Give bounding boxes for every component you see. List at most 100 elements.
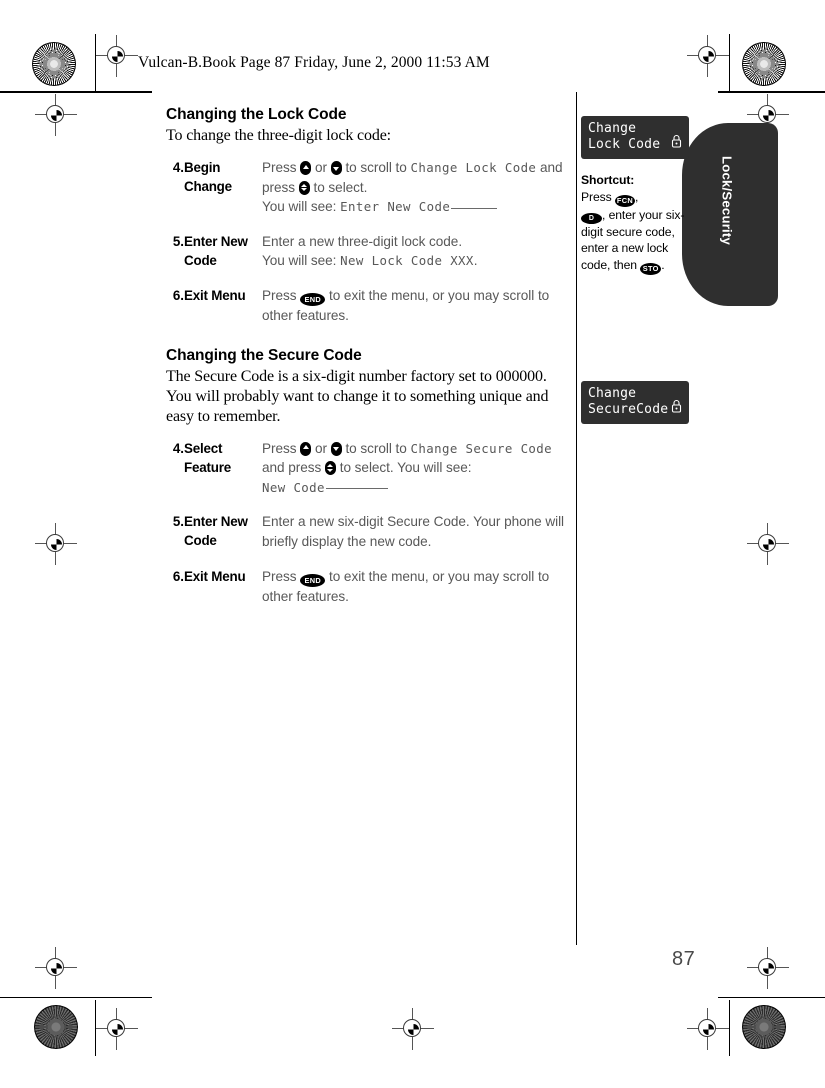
calibration-burst-bottom-left <box>34 1005 78 1049</box>
section-intro-secure-code: The Secure Code is a six-digit number fa… <box>166 367 549 425</box>
crop-mark-vert-top-right <box>729 34 731 91</box>
main-content: Changing the Lock Code To change the thr… <box>166 106 566 621</box>
padlock-icon <box>671 399 682 418</box>
step-text: Enter a new three-digit lock code. <box>262 233 463 249</box>
registration-mark-top-left <box>96 35 138 77</box>
step-label: Exit Menu <box>184 287 246 303</box>
shortcut-period: . <box>661 257 665 272</box>
step-text: Press <box>262 287 297 303</box>
lcd-display-change-lock-code: Change Lock Code <box>581 116 689 159</box>
registration-mark-mid-left <box>35 523 77 565</box>
step-text: to scroll to <box>345 440 407 456</box>
step-number: 6. <box>172 568 184 584</box>
table-row: 4. Select Feature Press or to scroll to … <box>166 439 566 513</box>
page-number: 87 <box>672 948 696 970</box>
end-key-icon: END <box>300 573 326 587</box>
step-label: Exit Menu <box>184 568 246 584</box>
crop-mark-bottom-right <box>718 997 825 999</box>
sidebar-tab-label: Lock/Security <box>719 155 735 246</box>
sidebar: Change Lock Code <box>581 116 693 159</box>
lcd-text: Change Lock Code <box>410 160 537 175</box>
table-row: 4. Begin Change Press or to scroll to Ch… <box>166 158 566 232</box>
step-text: . <box>473 253 478 269</box>
step-description: Press END to exit the menu, or you may s… <box>262 286 566 341</box>
lcd-text: New Lock Code XXX <box>340 253 474 269</box>
lcd-text: Enter New Code <box>340 199 451 215</box>
shortcut-title: Shortcut: <box>581 173 635 187</box>
section-heading-secure-code: Changing the Secure Code <box>166 346 362 364</box>
registration-mark-lower-right <box>747 947 789 989</box>
header-rule-right <box>718 91 825 93</box>
step-label: Enter New Code <box>184 233 248 268</box>
step-description: Press END to exit the menu, or you may s… <box>262 567 566 622</box>
step-number: 4. <box>172 440 184 456</box>
lcd-line-1: Change <box>588 386 637 401</box>
step-number: 5. <box>172 233 184 249</box>
d-key-icon: D <box>581 212 602 224</box>
registration-mark-mid-right <box>747 523 789 565</box>
table-row: 6. Exit Menu Press END to exit the menu,… <box>166 286 566 341</box>
registration-mark-lower-left <box>35 947 77 989</box>
table-row: 6. Exit Menu Press END to exit the menu,… <box>166 567 566 622</box>
scroll-down-key-icon <box>330 441 342 456</box>
crop-mark-vert-bottom-right <box>729 1000 731 1056</box>
step-text: You will see: <box>262 253 337 269</box>
registration-mark-bottom-center <box>392 1008 434 1050</box>
fcn-key-icon: FCN <box>614 194 635 207</box>
step-label: Begin Change <box>184 160 232 194</box>
column-divider <box>576 92 578 945</box>
calibration-burst-top-right <box>742 42 786 86</box>
registration-mark-top-right <box>687 35 729 77</box>
step-number: 4. <box>172 160 184 175</box>
step-description: Press or to scroll to Change Lock Code a… <box>262 158 566 232</box>
table-row: 5. Enter New Code Enter a new three-digi… <box>166 232 566 286</box>
step-text: to select. You will see: <box>339 460 472 476</box>
crop-mark-bottom-left <box>0 997 152 999</box>
step-number: 5. <box>172 514 184 530</box>
calibration-burst-top-left <box>32 42 76 86</box>
step-description: Enter a new three-digit lock code. You w… <box>262 232 566 286</box>
section-intro-lock-code: To change the three-digit lock code: <box>166 127 391 144</box>
step-text: to select. <box>313 179 368 195</box>
crop-mark-vert-top-left <box>95 34 97 91</box>
step-text: You will see: <box>262 199 337 215</box>
scroll-down-key-icon <box>330 161 342 175</box>
steps-table-lock-code: 4. Begin Change Press or to scroll to Ch… <box>166 158 566 341</box>
select-key-icon <box>298 180 310 195</box>
shortcut-comma: , <box>634 189 639 204</box>
padlock-icon <box>671 134 682 153</box>
lcd-display-change-secure-code: Change SecureCode <box>581 381 689 424</box>
lcd-line-1: Change <box>588 121 637 136</box>
lcd-line-2: Lock Code <box>588 137 661 152</box>
step-text: Press <box>262 440 297 456</box>
crop-mark-vert-bottom-left <box>95 1000 97 1056</box>
steps-table-secure-code: 4. Select Feature Press or to scroll to … <box>166 439 566 622</box>
step-description: Press or to scroll to Change Secure Code… <box>262 439 566 513</box>
scroll-up-key-icon <box>300 161 312 175</box>
lcd-line-2: SecureCode <box>588 402 669 417</box>
step-text: Press <box>262 160 297 175</box>
registration-mark-bottom-left <box>96 1008 138 1050</box>
shortcut-note: Shortcut: Press FCN, D, enter your six-d… <box>581 172 697 275</box>
lcd-display-change-secure-code-wrap: Change SecureCode <box>581 381 689 424</box>
sto-key-icon: STO <box>640 262 662 275</box>
lcd-text: Change Secure Code <box>410 440 553 456</box>
registration-mark-bottom-right <box>687 1008 729 1050</box>
step-label: Enter New Code <box>184 514 248 549</box>
table-row: 5. Enter New Code Enter a new six-digit … <box>166 512 566 566</box>
step-number: 6. <box>172 287 184 303</box>
step-text: Press <box>262 568 297 584</box>
step-text: to exit the menu, or you may scroll to o… <box>262 568 550 604</box>
calibration-burst-bottom-right <box>742 1005 786 1049</box>
step-label: Select Feature <box>184 440 231 475</box>
header-rule-left <box>0 91 152 93</box>
step-description: Enter a new six-digit Secure Code. Your … <box>262 514 565 549</box>
lcd-text: New Code <box>262 479 325 495</box>
step-text: to scroll to <box>345 160 407 175</box>
scroll-up-key-icon <box>300 441 312 456</box>
registration-mark-upper-left <box>35 94 77 136</box>
lcd-blank-field <box>451 208 498 210</box>
select-key-icon <box>324 461 336 476</box>
shortcut-press: Press <box>581 189 612 204</box>
file-header-line: Vulcan-B.Book Page 87 Friday, June 2, 20… <box>138 54 490 71</box>
